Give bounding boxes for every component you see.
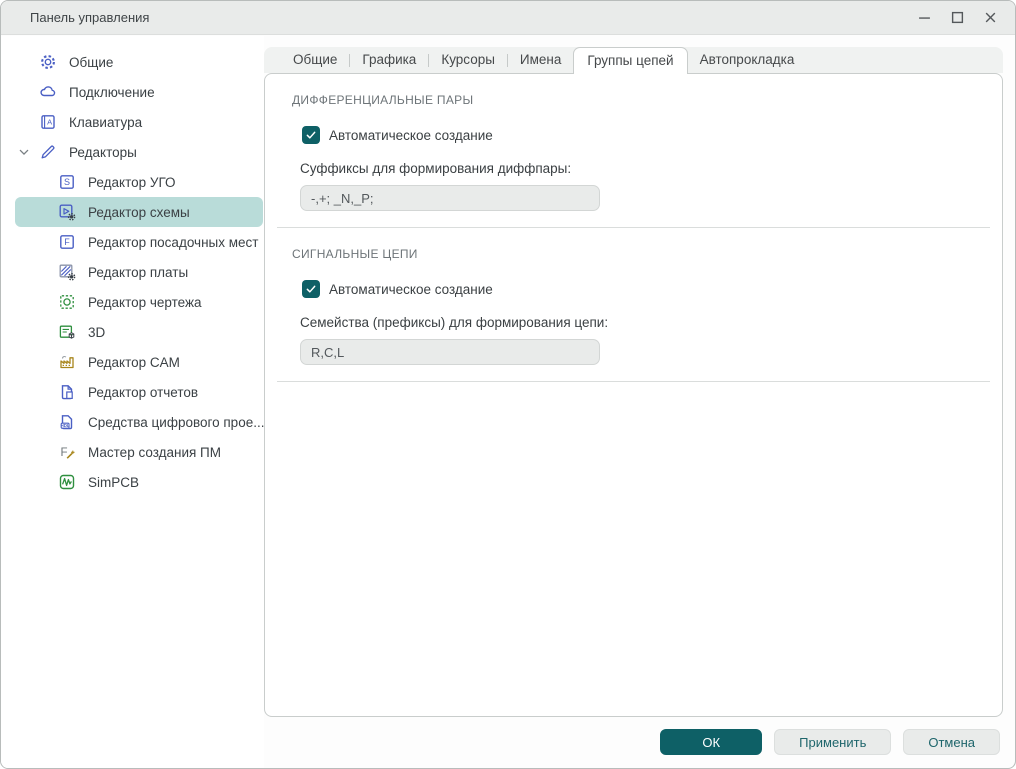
sidebar-item-label: Мастер создания ПМ [88,444,221,460]
dialog-footer: ОК Применить Отмена [660,729,1000,755]
sidebar-item-label: Редакторы [69,144,137,160]
sidebar-item-label: Редактор отчетов [88,384,199,400]
ok-button[interactable]: ОК [660,729,763,755]
simpcb-icon [58,473,76,491]
keyboard-icon: A [39,113,57,131]
tab-graphics[interactable]: Графика [350,47,428,73]
sidebar-item-keyboard[interactable]: A Клавиатура [1,107,264,137]
sidebar-item-label: Редактор CAM [88,354,180,370]
checkbox-label: Автоматическое создание [329,281,493,297]
sidebar-item-3d[interactable]: 3D [1,317,264,347]
close-icon [985,12,996,23]
sidebar-item-label: Редактор чертежа [88,294,202,310]
net-prefixes-label: Семейства (префиксы) для формирования це… [300,315,609,330]
wizard-icon: F [58,443,76,461]
sidebar-item-symbol-editor[interactable]: S Редактор УГО [1,167,264,197]
cancel-button[interactable]: Отмена [903,729,1000,755]
section-differential-pairs: ДИФФЕРЕНЦИАЛЬНЫЕ ПАРЫ Автоматическое соз… [265,74,1002,227]
apply-button[interactable]: Применить [774,729,892,755]
report-editor-icon [58,383,76,401]
tab-net-groups[interactable]: Группы цепей [573,47,688,74]
3d-editor-icon [58,323,76,341]
cam-editor-icon [58,353,76,371]
section-signal-nets: СИГНАЛЬНЫЕ ЦЕПИ Автоматическое создание … [265,228,1002,381]
cloud-icon [39,83,57,101]
maximize-button[interactable] [941,1,974,34]
sidebar-item-label: Редактор посадочных мест [88,234,259,250]
sidebar-item-schematic-editor[interactable]: Редактор схемы [15,197,263,227]
checkmark-icon [306,285,316,293]
sidebar-item-report-editor[interactable]: Редактор отчетов [1,377,264,407]
minimize-button[interactable] [908,1,941,34]
tab-autorouting[interactable]: Автопрокладка [688,47,807,73]
sidebar-item-label: Редактор УГО [88,174,176,190]
sidebar-item-label: Средства цифрового прое... [88,414,265,430]
section-header: ДИФФЕРЕНЦИАЛЬНЫЕ ПАРЫ [292,93,474,107]
sidebar-item-footprint-wizard[interactable]: F Мастер создания ПМ [1,437,264,467]
sidebar-item-label: Клавиатура [69,114,143,130]
maximize-icon [951,11,964,24]
tab-bar: Общие Графика Курсоры Имена Группы цепей… [264,47,1003,74]
auto-create-diffpair-row: Автоматическое создание [302,126,1002,144]
tab-cursors[interactable]: Курсоры [429,47,507,73]
chevron-down-icon[interactable] [16,144,32,160]
auto-create-net-row: Автоматическое создание [302,280,1002,298]
checkmark-icon [306,131,316,139]
schematic-editor-icon [58,203,76,221]
settings-panel: ДИФФЕРЕНЦИАЛЬНЫЕ ПАРЫ Автоматическое соз… [264,73,1003,717]
sidebar-item-label: 3D [88,324,106,340]
sidebar-item-label: Подключение [69,84,155,100]
window-controls [908,1,1015,34]
sidebar-item-label: Общие [69,54,114,70]
close-button[interactable] [974,1,1007,34]
window-title: Панель управления [30,10,150,25]
sidebar-item-general[interactable]: Общие [1,47,264,77]
sidebar-item-drawing-editor[interactable]: Редактор чертежа [1,287,264,317]
sidebar-item-editors[interactable]: Редакторы [1,137,264,167]
net-prefixes-input[interactable] [300,339,600,365]
sidebar-item-cam-editor[interactable]: Редактор CAM [1,347,264,377]
diffpair-suffixes-label: Суффиксы для формирования диффпары: [300,161,572,176]
diffpair-suffixes-input[interactable] [300,185,600,211]
board-editor-icon [58,263,76,281]
symbol-editor-icon: S [58,173,76,191]
control-panel-window: Панель управления Общие Подключение A Кл… [0,0,1016,769]
svg-text:F: F [61,447,68,459]
section-header: СИГНАЛЬНЫЕ ЦЕПИ [292,247,418,261]
sidebar-item-hdl-tools[interactable]: HDL Средства цифрового прое... [1,407,265,437]
auto-create-diffpair-checkbox[interactable] [302,126,320,144]
tab-names[interactable]: Имена [508,47,573,73]
sidebar-item-footprint-editor[interactable]: F Редактор посадочных мест [1,227,264,257]
drawing-editor-icon [58,293,76,311]
settings-sidebar: Общие Подключение A Клавиатура Редакторы [1,36,264,768]
svg-text:S: S [64,177,70,187]
auto-create-net-checkbox[interactable] [302,280,320,298]
sidebar-item-label: SimPCB [88,474,140,490]
checkbox-label: Автоматическое создание [329,127,493,143]
sidebar-item-label: Редактор платы [88,264,189,280]
footprint-editor-icon: F [58,233,76,251]
sidebar-item-label: Редактор схемы [88,204,190,220]
svg-text:A: A [47,118,52,127]
pencil-icon [39,143,57,161]
sidebar-item-board-editor[interactable]: Редактор платы [1,257,264,287]
sidebar-item-connection[interactable]: Подключение [1,77,264,107]
minimize-icon [919,17,930,19]
gear-icon [39,53,57,71]
titlebar: Панель управления [1,1,1015,35]
tab-general[interactable]: Общие [281,47,349,73]
svg-text:HDL: HDL [61,423,70,428]
section-divider [277,381,990,382]
svg-text:F: F [64,237,70,247]
sidebar-item-simpcb[interactable]: SimPCB [1,467,264,497]
hdl-tools-icon: HDL [58,413,76,431]
